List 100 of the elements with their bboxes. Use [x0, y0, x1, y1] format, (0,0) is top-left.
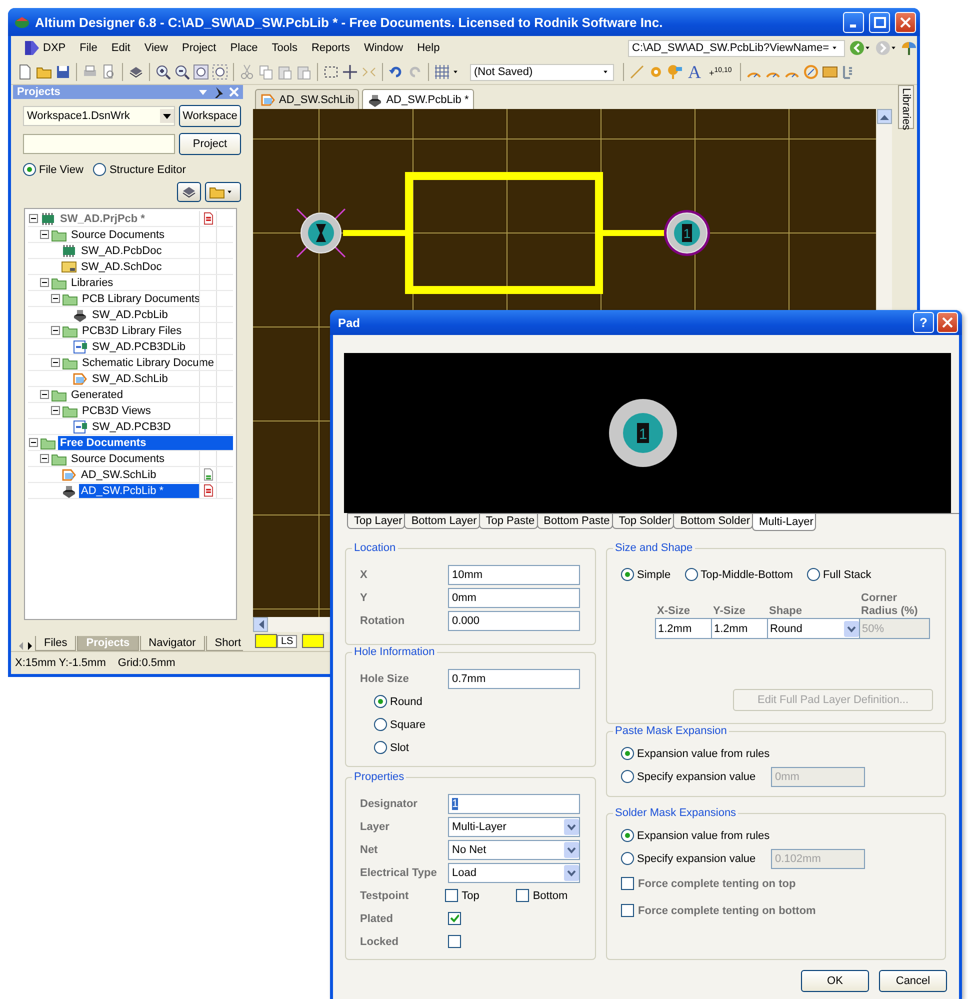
zoom-out-icon[interactable]: [174, 64, 190, 80]
tree-item[interactable]: PCB3D Views: [80, 404, 199, 418]
text-field[interactable]: 0.000: [448, 610, 580, 630]
layer-tab[interactable]: Multi-Layer: [752, 514, 816, 531]
dropdown[interactable]: Load: [448, 862, 580, 882]
collapse-toggle[interactable]: [51, 294, 60, 303]
tree-item[interactable]: Schematic Library Docume: [80, 356, 216, 370]
radio-button[interactable]: [621, 568, 634, 581]
view-dropdown[interactable]: (Not Saved): [470, 64, 614, 80]
document-tab[interactable]: AD_SW.SchLib: [255, 89, 360, 109]
text-field[interactable]: 1.2mm: [711, 618, 768, 639]
menu-item[interactable]: Tools: [264, 40, 304, 56]
radio-label[interactable]: Slot: [390, 742, 409, 754]
menu-item[interactable]: DXP: [17, 38, 73, 58]
checkbox-label[interactable]: Force complete tenting on bottom: [638, 904, 816, 916]
menu-item[interactable]: Help: [410, 40, 447, 56]
radio-label[interactable]: Structure Editor: [109, 164, 186, 176]
move-icon[interactable]: [342, 64, 358, 80]
save-icon[interactable]: [55, 64, 71, 80]
text-tool[interactable]: A: [686, 62, 703, 82]
checkbox[interactable]: [444, 889, 458, 902]
select-icon[interactable]: [323, 64, 339, 80]
menu-item[interactable]: Window: [356, 40, 410, 56]
collapse-toggle[interactable]: [40, 230, 49, 239]
layer-tab[interactable]: Top Layer: [347, 514, 406, 529]
tree-item[interactable]: Libraries: [69, 276, 199, 290]
collapse-toggle[interactable]: [29, 438, 38, 447]
tree-item[interactable]: PCB Library Documents: [80, 292, 202, 306]
collapse-toggle[interactable]: [40, 390, 49, 399]
cancel-button[interactable]: Cancel: [879, 970, 947, 992]
radio-label[interactable]: Full Stack: [822, 568, 872, 580]
radio-label[interactable]: Simple: [637, 568, 671, 580]
layer-tab[interactable]: Bottom Solder: [673, 514, 753, 529]
checkbox[interactable]: [621, 904, 634, 917]
tree-item[interactable]: SW_AD.PrjPcb *: [58, 212, 199, 226]
close-button[interactable]: [937, 312, 958, 333]
checkbox-label[interactable]: Bottom: [532, 890, 568, 902]
circle-icon[interactable]: [802, 64, 819, 80]
layer-color-swatch[interactable]: [302, 634, 324, 648]
tree-item[interactable]: SW_AD.PCB3D: [90, 420, 199, 434]
maximize-button[interactable]: [869, 12, 890, 32]
tree-item[interactable]: SW_AD.SchDoc: [79, 260, 199, 274]
checkbox[interactable]: [621, 877, 634, 890]
checkbox[interactable]: [448, 935, 461, 948]
side-panel-tab[interactable]: Libraries: [898, 85, 914, 129]
undo-icon[interactable]: [388, 64, 404, 80]
panel-tab[interactable]: Files: [35, 636, 76, 651]
menu-item[interactable]: File: [72, 40, 104, 56]
menu-item[interactable]: View: [137, 40, 175, 56]
radio-button[interactable]: [684, 568, 698, 581]
close-button[interactable]: [895, 12, 916, 32]
text-field[interactable]: 10mm: [448, 564, 580, 584]
tree-item[interactable]: SW_AD.PCB3DLib: [90, 340, 199, 354]
layer-tab[interactable]: Bottom Paste: [536, 514, 613, 529]
radio-button[interactable]: [374, 695, 387, 708]
tree-item[interactable]: AD_SW.PcbLib *: [79, 484, 199, 498]
pad[interactable]: [296, 208, 346, 258]
close-icon[interactable]: [899, 16, 912, 28]
zoom-in-icon[interactable]: [155, 64, 171, 80]
radio-button[interactable]: [621, 747, 634, 760]
fill-icon[interactable]: [822, 64, 838, 80]
radio-label[interactable]: Expansion value from rules: [637, 830, 770, 842]
text-field[interactable]: 0mm: [448, 588, 580, 608]
ok-button[interactable]: OK: [801, 970, 869, 992]
text-field[interactable]: 0.7mm: [448, 668, 580, 688]
checkbox[interactable]: [448, 912, 461, 925]
radio-button[interactable]: [621, 829, 634, 842]
layer-tab[interactable]: Top Paste: [478, 514, 538, 529]
grid-icon[interactable]: [434, 64, 450, 80]
radio-label[interactable]: Square: [390, 718, 426, 730]
radio-label[interactable]: Top-Middle-Bottom: [700, 568, 793, 580]
panel-tab[interactable]: Short: [206, 636, 243, 651]
dropdown[interactable]: Multi-Layer: [448, 816, 580, 836]
collapse-toggle[interactable]: [29, 214, 38, 223]
radio-label[interactable]: Round: [390, 696, 422, 708]
text-field[interactable]: 1.2mm: [655, 618, 712, 639]
help-button[interactable]: ?: [913, 312, 934, 333]
text-field[interactable]: 1: [448, 794, 580, 814]
document-tab[interactable]: AD_SW.PcbLib *: [362, 89, 474, 109]
collapse-toggle[interactable]: [40, 278, 49, 287]
checkbox-label[interactable]: Force complete tenting on top: [638, 878, 796, 890]
project-button[interactable]: Project: [179, 133, 241, 155]
layer-tab[interactable]: LS: [277, 634, 298, 648]
tree-item[interactable]: Generated: [69, 388, 199, 402]
dropdown[interactable]: No Net: [448, 840, 580, 860]
layers-icon[interactable]: [128, 64, 144, 80]
tree-item[interactable]: Free Documents: [58, 436, 233, 450]
minimize-button[interactable]: [843, 12, 864, 32]
checkbox[interactable]: [516, 889, 529, 902]
tree-item[interactable]: Source Documents: [69, 228, 199, 242]
pad[interactable]: [664, 210, 710, 256]
menu-item[interactable]: Reports: [304, 40, 357, 56]
collapse-toggle[interactable]: [40, 454, 49, 463]
tree-item[interactable]: SW_AD.SchLib: [90, 372, 199, 386]
project-field[interactable]: [23, 134, 175, 154]
collapse-toggle[interactable]: [51, 406, 60, 415]
coordinate-tool[interactable]: +$^{10,10}$: [706, 66, 735, 78]
menu-item[interactable]: Edit: [104, 40, 138, 56]
collapse-toggle[interactable]: [51, 358, 60, 367]
radio-button[interactable]: [23, 163, 36, 176]
